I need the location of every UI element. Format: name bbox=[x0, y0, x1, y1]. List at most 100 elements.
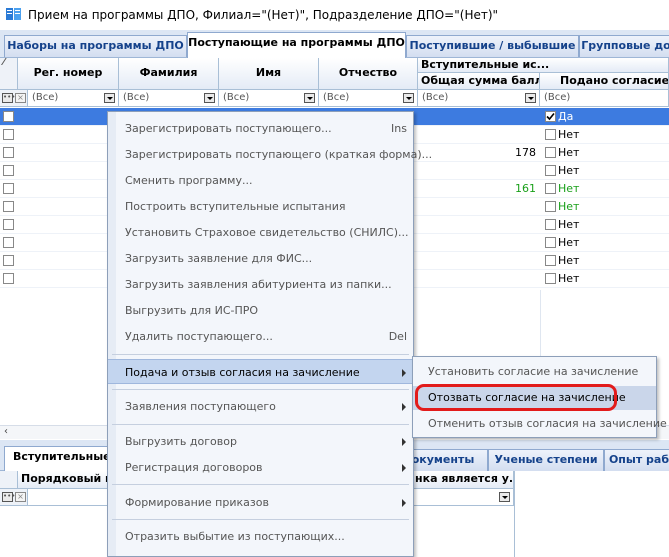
menu-item-set-snils[interactable]: Установить Страховое свидетельство (СНИЛ… bbox=[108, 220, 413, 245]
col-header-agreement[interactable]: Подано согласие н bbox=[540, 73, 669, 90]
scroll-left-icon[interactable]: ‹ bbox=[4, 426, 8, 437]
window-title: Прием на программы ДПО, Филиал="(Нет)", … bbox=[28, 8, 499, 22]
row-checkbox[interactable] bbox=[3, 255, 14, 266]
agreement-label: Нет bbox=[558, 146, 580, 159]
filter-menu-icon[interactable]: ••• bbox=[2, 93, 15, 103]
submenu-arrow-icon bbox=[402, 464, 406, 472]
tab-group[interactable]: Групповые до bbox=[579, 35, 669, 57]
row-checkbox[interactable] bbox=[3, 183, 14, 194]
filter-row-controls: ••• × bbox=[0, 90, 28, 107]
tab-enrolled[interactable]: Поступившие / выбывшие bbox=[406, 35, 579, 57]
tab-degrees[interactable]: Ученые степени bbox=[488, 449, 604, 471]
agreement-checkbox[interactable] bbox=[545, 111, 556, 122]
agreement-checkbox[interactable] bbox=[545, 183, 556, 194]
menu-item-delete[interactable]: Удалить поступающего... Del bbox=[108, 324, 413, 349]
filter-menu-icon[interactable]: ••• bbox=[2, 492, 15, 502]
submenu-arrow-icon bbox=[402, 403, 406, 411]
score-value: 178 bbox=[515, 146, 536, 159]
agreement-label: Нет bbox=[558, 236, 580, 249]
submenu-item-set-agreement[interactable]: Установить согласие на зачисление bbox=[413, 360, 656, 384]
agreement-checkbox[interactable] bbox=[545, 147, 556, 158]
menu-item-withdraw[interactable]: Отразить выбытие из поступающих... bbox=[108, 524, 413, 549]
submenu-arrow-icon bbox=[402, 438, 406, 446]
bottom-filter-controls: ••• × bbox=[0, 489, 28, 506]
menu-item-register-short[interactable]: Зарегистрировать поступающего (краткая ф… bbox=[108, 142, 432, 167]
menu-item-load-folder[interactable]: Загрузить заявления абитуриента из папки… bbox=[108, 272, 413, 297]
menu-item-register[interactable]: Зарегистрировать поступающего... Ins bbox=[108, 116, 413, 141]
col-header-reg-number[interactable]: Рег. номер bbox=[18, 58, 119, 90]
tab-sets[interactable]: Наборы на программы ДПО bbox=[4, 35, 187, 57]
agreement-checkbox[interactable] bbox=[545, 255, 556, 266]
row-checkbox[interactable] bbox=[3, 111, 14, 122]
col-header-total-score[interactable]: Общая сумма балл... bbox=[418, 73, 540, 90]
agreement-label: Нет bbox=[558, 182, 580, 195]
tab-applicants[interactable]: Поступающие на программы ДПО bbox=[187, 32, 406, 58]
submenu-arrow-icon bbox=[402, 369, 406, 377]
col-header-name[interactable]: Имя bbox=[219, 58, 319, 90]
filter-clear-icon[interactable]: × bbox=[15, 93, 26, 103]
dropdown-icon[interactable] bbox=[204, 93, 215, 103]
row-checkbox[interactable] bbox=[3, 237, 14, 248]
agreement-checkbox[interactable] bbox=[545, 219, 556, 230]
menu-item-export-is-pro[interactable]: Выгрузить для ИС-ПРО bbox=[108, 298, 413, 323]
menu-separator bbox=[112, 519, 409, 520]
menu-item-orders[interactable]: Формирование приказов bbox=[108, 490, 413, 515]
submenu-item-cancel-revoke[interactable]: Отменить отзыв согласия на зачисление bbox=[413, 412, 667, 436]
row-checkbox[interactable] bbox=[3, 201, 14, 212]
filter-name[interactable]: (Все) bbox=[219, 90, 319, 107]
menu-item-export-contract[interactable]: Выгрузить договор bbox=[108, 429, 413, 454]
menu-separator bbox=[112, 389, 409, 390]
col-group-entrance-tests[interactable]: Вступительные ис... bbox=[418, 58, 669, 73]
agreement-label: Нет bbox=[558, 254, 580, 267]
bottom-grid-divider bbox=[514, 471, 515, 557]
corner-mark: ⁄ bbox=[3, 58, 5, 68]
menu-separator bbox=[112, 354, 409, 355]
grid-corner[interactable]: ⁄ bbox=[0, 58, 18, 90]
agreement-checkbox[interactable] bbox=[545, 165, 556, 176]
menu-item-build-tests[interactable]: Построить вступительные испытания bbox=[108, 194, 413, 219]
score-value: 161 bbox=[515, 182, 536, 195]
filter-agreement[interactable]: (Все) bbox=[540, 90, 669, 107]
col-header-surname[interactable]: Фамилия bbox=[119, 58, 219, 90]
bottom-grid-corner[interactable] bbox=[0, 471, 18, 489]
agreement-checkbox[interactable] bbox=[545, 237, 556, 248]
menu-separator bbox=[112, 424, 409, 425]
window-titlebar: Прием на программы ДПО, Филиал="(Нет)", … bbox=[0, 0, 669, 30]
app-icon bbox=[6, 8, 21, 20]
filter-clear-icon[interactable]: × bbox=[15, 492, 26, 502]
agreement-checkbox[interactable] bbox=[545, 201, 556, 212]
red-highlight-annotation bbox=[415, 384, 617, 411]
agreement-label: Нет bbox=[558, 272, 580, 285]
agreement-label: Да bbox=[558, 110, 574, 123]
menu-item-load-fis[interactable]: Загрузить заявление для ФИС... bbox=[108, 246, 413, 271]
row-checkbox[interactable] bbox=[3, 129, 14, 140]
menu-item-agreement[interactable]: Подача и отзыв согласия на зачисление bbox=[108, 359, 413, 384]
filter-patronymic[interactable]: (Все) bbox=[319, 90, 418, 107]
agreement-checkbox[interactable] bbox=[545, 129, 556, 140]
agreement-label: Нет bbox=[558, 128, 580, 141]
dropdown-icon[interactable] bbox=[525, 93, 536, 103]
row-checkbox[interactable] bbox=[3, 273, 14, 284]
dropdown-icon[interactable] bbox=[403, 93, 414, 103]
row-checkbox[interactable] bbox=[3, 219, 14, 230]
filter-reg-number[interactable]: (Все) bbox=[28, 90, 119, 107]
menu-item-register-contracts[interactable]: Регистрация договоров bbox=[108, 455, 413, 480]
dropdown-icon[interactable] bbox=[499, 492, 510, 502]
context-menu: Зарегистрировать поступающего... Ins Заре… bbox=[107, 111, 432, 557]
tab-entrance-tests[interactable]: Вступительные bbox=[4, 446, 114, 471]
dropdown-icon[interactable] bbox=[104, 93, 115, 103]
agreement-checkbox[interactable] bbox=[545, 273, 556, 284]
tab-experience[interactable]: Опыт раб bbox=[604, 449, 669, 471]
filter-total-score[interactable]: (Все) bbox=[418, 90, 540, 107]
agreement-label: Нет bbox=[558, 164, 580, 177]
top-tabbar: Наборы на программы ДПО Поступающие на п… bbox=[0, 30, 669, 58]
row-checkbox[interactable] bbox=[3, 147, 14, 158]
col-header-patronymic[interactable]: Отчество bbox=[319, 58, 418, 90]
agreement-label: Нет bbox=[558, 218, 580, 231]
bottom-filter-flag[interactable] bbox=[414, 489, 514, 506]
menu-item-applications[interactable]: Заявления поступающего bbox=[108, 394, 413, 419]
row-checkbox[interactable] bbox=[3, 165, 14, 176]
filter-surname[interactable]: (Все) bbox=[119, 90, 219, 107]
dropdown-icon[interactable] bbox=[304, 93, 315, 103]
menu-item-change-program[interactable]: Сменить программу... bbox=[108, 168, 413, 193]
